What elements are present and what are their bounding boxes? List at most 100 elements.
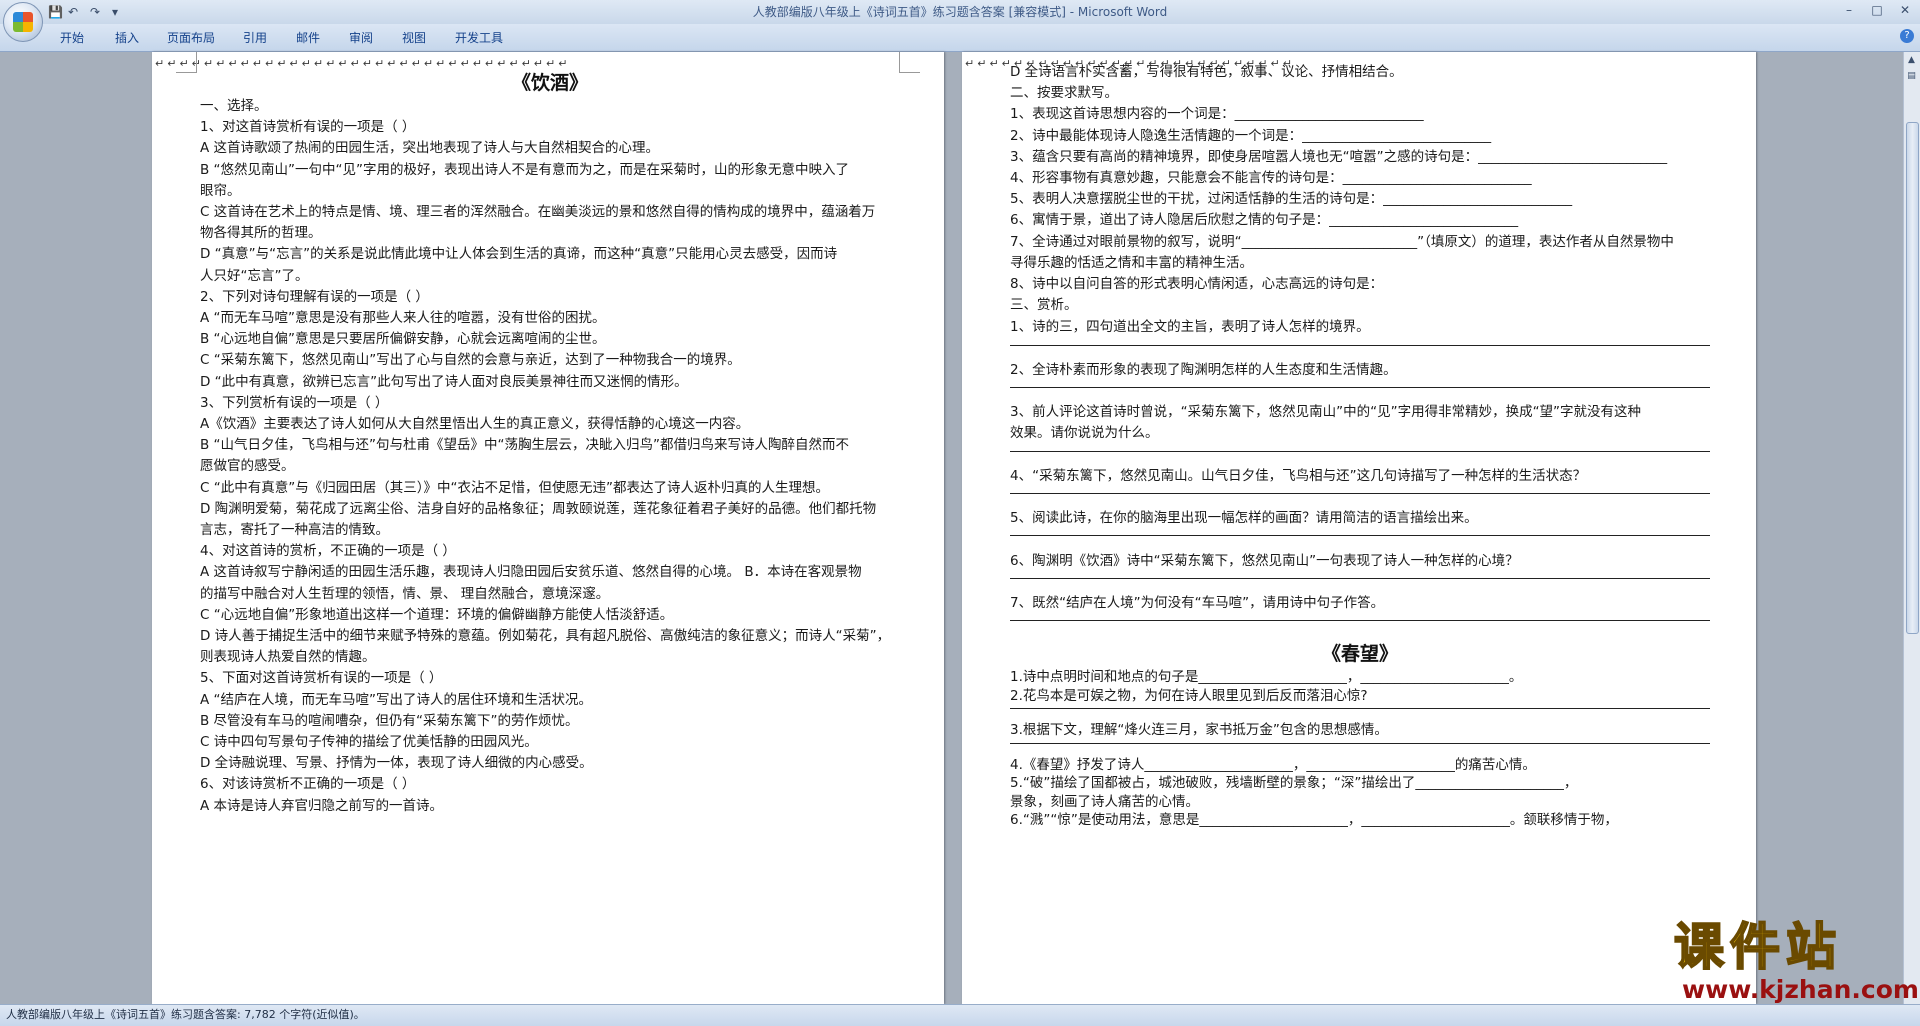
status-text: 人教部编版八年级上《诗词五首》练习题含答案: 7,782 个字符(近似值)。 bbox=[6, 1008, 365, 1021]
text-line: 3、下列赏析有误的一项是（ ） bbox=[200, 394, 389, 411]
paragraph-mark-icon: ↵ bbox=[338, 57, 348, 70]
text-line: D 陶渊明爱菊，菊花成了远离尘俗、洁身自好的品格象征；周敦颐说莲，莲花象征着君子… bbox=[200, 500, 877, 517]
paragraph-mark-icon: ↵ bbox=[301, 57, 311, 70]
paragraph-mark-icon: ↵ bbox=[362, 57, 372, 70]
ribbon-tab-bar: 开始 插入 页面布局 引用 邮件 审阅 视图 开发工具 ? bbox=[0, 24, 1920, 52]
question-line: 7、既然“结庐在人境”为何没有“车马喧”，请用诗中句子作答。 bbox=[1010, 595, 1385, 611]
left-page-content: 《饮酒》 一、选择。 ↵ 1、对这首诗赏析有误的一项是（ ） ↵ A 这首诗歌颂了热闹的田… bbox=[152, 52, 944, 814]
maximize-button[interactable]: □ bbox=[1864, 0, 1890, 20]
close-button[interactable]: ✕ bbox=[1892, 0, 1918, 20]
tab-insert[interactable]: 插入 bbox=[115, 30, 139, 46]
text-line: 寻得乐趣的恬适之情和丰富的精神生活。 bbox=[1010, 254, 1253, 271]
text-line: 一、选择。 bbox=[200, 98, 268, 114]
text-line: 二、按要求默写。 bbox=[1010, 85, 1118, 102]
redo-icon[interactable]: ↷ bbox=[90, 4, 100, 20]
section-title: 《春望》 bbox=[1322, 643, 1399, 666]
watermark-text: 课件站 bbox=[1673, 917, 1842, 977]
help-icon[interactable]: ? bbox=[1900, 29, 1914, 43]
scroll-thumb[interactable] bbox=[1906, 122, 1919, 634]
text-line: C “此中有真意”与《归园田居（其三）》中“衣沾不足惜，但使愿无违”都表达了诗人… bbox=[200, 479, 829, 496]
tab-developer[interactable]: 开发工具 bbox=[455, 30, 503, 46]
text-line: B “悠然见南山”一句中“见”字用的极好，表现出诗人不是有意而为之，而是在采菊时… bbox=[200, 161, 850, 178]
crop-mark bbox=[176, 52, 197, 73]
paragraph-mark-icon: ↵ bbox=[977, 57, 987, 70]
tab-references[interactable]: 引用 bbox=[243, 30, 267, 46]
customize-toolbar-icon[interactable]: ▾ bbox=[112, 4, 118, 20]
answer-line bbox=[1010, 742, 1710, 744]
question-line: 2、全诗朴素而形象的表现了陶渊明怎样的人生态度和生活情趣。 bbox=[1010, 361, 1397, 378]
answer-line bbox=[1010, 344, 1710, 346]
text-line: A 这首诗叙写宁静闲适的田园生活乐趣，表现诗人归隐田园后安贫乐道、悠然自得的心境… bbox=[200, 564, 862, 581]
text-line: A “而无车马喧”意思是没有那些人来人往的喧嚣，没有世俗的困扰。 bbox=[200, 310, 606, 326]
paragraph-mark-icon: ↵ bbox=[484, 57, 495, 70]
window-title: 人教部编版八年级上《诗词五首》练习题含答案 [兼容模式] - Microsoft… bbox=[752, 5, 1168, 19]
text-line: D 全诗融说理、写景、抒情为一体，表现了诗人细微的内心感受。 bbox=[200, 755, 593, 772]
question-line: 5、阅读此诗，在你的脑海里出现一幅怎样的画面？请用简洁的语言描绘出来。 bbox=[1010, 510, 1478, 527]
text-line: 5、表明人决意摆脱尘世的干扰，过闲适恬静的生活的诗句是：____________… bbox=[1010, 191, 1573, 208]
text-line: A 这首诗歌颂了热闹的田园生活，突出地表现了诗人与大自然相契合的心理。 bbox=[200, 140, 660, 157]
paragraph-mark-icon: ↵ bbox=[313, 57, 324, 70]
text-line: 3、蕴含只要有高尚的精神境界，即使身居喧嚣人境也无“喧嚣”之感的诗句是：____… bbox=[1010, 148, 1668, 165]
text-line: 8、诗中以自问自答的形式表明心情闲适，心志高远的诗句是： bbox=[1010, 276, 1384, 292]
text-line: 愿做官的感受。 bbox=[200, 458, 295, 475]
paragraph-mark-icon: ↵ bbox=[252, 57, 262, 70]
answer-line bbox=[1010, 708, 1710, 710]
text-line: A “结庐在人境，而无车马喧”写出了诗人的居住环境和生活状况。 bbox=[200, 691, 593, 708]
undo-icon[interactable]: ↶ bbox=[68, 4, 78, 20]
text-line: 景象，刻画了诗人痛苦的心情。 bbox=[1010, 793, 1199, 810]
paragraph-mark-icon: ↵ bbox=[399, 57, 409, 70]
text-line: 2、诗中最能体现诗人隐逸生活情趣的一个词是：__________________… bbox=[1010, 127, 1492, 144]
text-line: B 尽管没有车马的喧闹嘈杂，但仍有“采菊东篱下”的劳作烦忧。 bbox=[200, 712, 579, 729]
question-line: 4、“采菊东篱下，悠然见南山。山气日夕佳，飞鸟相与还”这几句诗描写了一种怎样的生… bbox=[1010, 467, 1587, 484]
question-line: 6、陶渊明《饮酒》诗中“采菊东篱下，悠然见南山”一句表现了诗人一种怎样的心境？ bbox=[1010, 552, 1519, 569]
answer-line bbox=[1010, 450, 1710, 452]
text-line: 2、下列对诗句理解有误的一项是（ ） bbox=[200, 288, 429, 305]
answer-line bbox=[1010, 535, 1710, 537]
text-line: B “山气日夕佳，飞鸟相与还”句与杜甫《望岳》中“荡胸生层云，决眦入归鸟”都借归… bbox=[200, 437, 850, 454]
vertical-scrollbar[interactable]: ▲ ▤ bbox=[1903, 52, 1920, 1004]
paragraph-mark-icon: ↵ bbox=[289, 57, 299, 70]
paragraph-mark-icon: ↵ bbox=[423, 57, 434, 70]
text-line: 2.花鸟本是可娱之物，为何在诗人眼里见到后反而落泪心惊? bbox=[1010, 687, 1368, 704]
text-line: D “真意”与“忘言”的关系是说此情此境中让人体会到生活的真谛，而这种“真意”只… bbox=[200, 246, 838, 263]
text-line: 三、赏析。 bbox=[1010, 297, 1078, 314]
paragraph-mark-icon: ↵ bbox=[228, 57, 238, 70]
tab-page-layout[interactable]: 页面布局 bbox=[167, 30, 215, 46]
document-page-left[interactable]: 《饮酒》 一、选择。 ↵ 1、对这首诗赏析有误的一项是（ ） ↵ A 这首诗歌颂了热闹的田… bbox=[152, 52, 944, 1004]
office-button[interactable] bbox=[3, 2, 43, 42]
ruler-toggle-icon[interactable]: ▤ bbox=[1905, 70, 1918, 83]
minimize-button[interactable]: – bbox=[1836, 0, 1862, 20]
paragraph-mark-icon: ↵ bbox=[965, 57, 975, 70]
text-line: B “心远地自偏”意思是只要居所偏僻安静，心就会远离喧闹的尘世。 bbox=[200, 331, 606, 348]
text-line: D 全诗语言朴实含蓄，写得很有特色，叙事、议论、抒情相结合。 bbox=[1010, 64, 1403, 80]
paragraph-mark-icon: ↵ bbox=[472, 57, 482, 70]
text-line: C “心远地自偏”形象地道出这样一个道理：环境的偏僻幽静方能使人恬淡舒适。 bbox=[200, 606, 674, 623]
tab-view[interactable]: 视图 bbox=[402, 30, 426, 46]
text-line: 言志，寄托了一种高洁的情致。 bbox=[200, 522, 389, 538]
tab-home[interactable]: 开始 bbox=[60, 30, 84, 46]
tab-mailings[interactable]: 邮件 bbox=[296, 30, 320, 46]
document-page-right[interactable]: D 全诗语言朴实含蓄，写得很有特色，叙事、议论、抒情相结合。 ↵ 二、按要求默写。 ↵… bbox=[962, 52, 1756, 1004]
text-line: 3.根据下文，理解“烽火连三月，家书抵万金”包含的思想感情。 bbox=[1010, 722, 1388, 739]
paragraph-mark-icon: ↵ bbox=[277, 57, 287, 70]
scroll-up-icon[interactable]: ▲ bbox=[1905, 54, 1918, 67]
answer-line bbox=[1010, 493, 1710, 494]
text-line: 眼帘。 bbox=[200, 182, 241, 199]
status-bar: 人教部编版八年级上《诗词五首》练习题含答案: 7,782 个字符(近似值)。 bbox=[0, 1004, 1920, 1026]
text-line: 则表现诗人热爱自然的情趣。 bbox=[200, 649, 376, 666]
answer-line bbox=[1010, 387, 1710, 388]
text-line: 1、表现这首诗思想内容的一个词是：_______________________… bbox=[1010, 106, 1424, 123]
text-line: 5.“破”描绘了国都被占，城池破败，残墙断壁的景象；“深”描绘出了_______… bbox=[1010, 775, 1578, 792]
tab-review[interactable]: 审阅 bbox=[349, 30, 373, 46]
text-line: 1.诗中点明时间和地点的句子是______________________，__… bbox=[1010, 669, 1523, 686]
paragraph-mark-icon: ↵ bbox=[436, 57, 446, 70]
paragraph-mark-icon: ↵ bbox=[460, 57, 470, 70]
right-page-content: D 全诗语言朴实含蓄，写得很有特色，叙事、议论、抒情相结合。 ↵ 二、按要求默写。 ↵… bbox=[962, 52, 1756, 828]
paragraph-mark-icon: ↵ bbox=[374, 57, 385, 70]
text-line: A 本诗是诗人弃官归隐之前写的一首诗。 bbox=[200, 797, 444, 814]
question-line: 效果。请你说说为什么。 bbox=[1010, 425, 1159, 442]
question-line: 3、前人评论这首诗时曾说，“采菊东篱下，悠然见南山”中的“见”字用得非常精妙，换… bbox=[1010, 404, 1642, 421]
save-icon[interactable]: 💾 bbox=[48, 4, 63, 20]
page-title: 《饮酒》 bbox=[512, 72, 589, 94]
text-line: 人只好“忘言”了。 bbox=[200, 267, 309, 284]
